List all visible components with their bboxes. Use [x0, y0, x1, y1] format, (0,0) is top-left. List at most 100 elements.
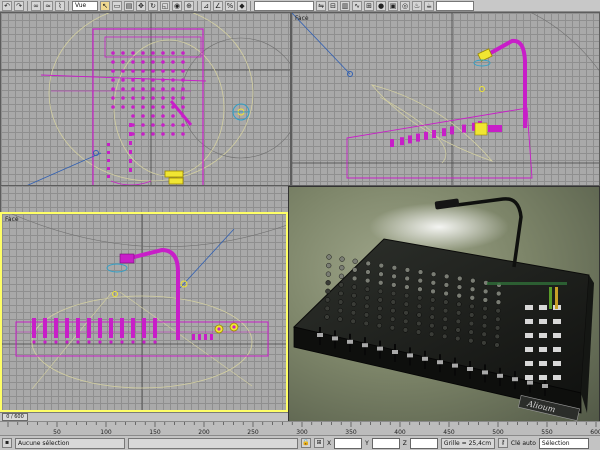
button-mark: [107, 143, 110, 146]
maxscript-icon[interactable]: ▪: [2, 438, 12, 448]
master-button: [539, 319, 547, 324]
fader-cap: [332, 336, 338, 341]
link-icon[interactable]: ∞: [31, 0, 41, 11]
spinner-snap-icon[interactable]: ◆: [237, 0, 247, 11]
knob-mark: [141, 60, 145, 64]
render-icon[interactable]: ◎: [400, 0, 410, 11]
quick-render-icon[interactable]: ☕: [424, 0, 434, 11]
mixer-knob: [351, 284, 357, 290]
pivot-icon[interactable]: ⊕: [184, 0, 194, 11]
unlink-icon[interactable]: ≈: [43, 0, 53, 11]
time-slider-knob[interactable]: 0 / 600: [2, 413, 28, 421]
mixer-knob: [364, 295, 370, 301]
master-button: [539, 347, 547, 352]
mixer-knob: [404, 275, 410, 282]
named-selection-select[interactable]: [254, 0, 314, 11]
rotate-icon[interactable]: ↻: [148, 0, 158, 11]
bind-icon[interactable]: ⌇: [55, 0, 65, 11]
mixer-knob: [338, 273, 345, 279]
knob-mark: [181, 87, 185, 91]
main-toolbar: ↶ ↷ ∞ ≈ ⌇ Vue ↖ ▭ ▤ ✥ ↻ ◱ ◉ ⊕ ⊿ ∠ % ◆ ⇋ …: [0, 0, 600, 12]
front-knob-mark: [442, 128, 446, 137]
viewport-label[interactable]: Face: [5, 216, 19, 223]
filter-icon[interactable]: ▤: [124, 0, 134, 11]
layer-icon[interactable]: ▥: [340, 0, 350, 11]
mixer-knob: [365, 278, 371, 284]
key-filter-select[interactable]: Sélection: [538, 437, 589, 449]
front-knob-mark: [424, 131, 428, 140]
teapot-icon[interactable]: ♨: [412, 0, 422, 11]
mixer-knob: [378, 263, 384, 269]
absolute-mode-icon[interactable]: ⊞: [314, 438, 324, 448]
render-setup-icon[interactable]: ▣: [388, 0, 398, 11]
undo-icon[interactable]: ↶: [2, 0, 12, 11]
knob-mark: [181, 123, 185, 127]
fader-mark: [129, 159, 132, 163]
y-coord-field[interactable]: [371, 437, 400, 449]
viewport-front[interactable]: Face: [291, 12, 600, 186]
selection-filter-select[interactable]: Vue: [72, 0, 98, 11]
mixer-knob: [495, 299, 502, 305]
left-channel-mark: [43, 318, 47, 338]
mixer-knob: [417, 269, 424, 275]
select-icon[interactable]: ↖: [100, 0, 110, 11]
fader-cap: [407, 353, 413, 358]
redo-icon[interactable]: ↷: [14, 0, 24, 11]
fader-cap: [347, 339, 353, 344]
coord-icon[interactable]: ◉: [172, 0, 182, 11]
schematic-icon[interactable]: ⊞: [364, 0, 374, 11]
select-region-icon[interactable]: ▭: [112, 0, 122, 11]
mixer-knob: [469, 312, 475, 318]
z-coord-field[interactable]: [409, 437, 438, 449]
knob-mark: [181, 132, 185, 136]
knob-mark: [181, 78, 185, 82]
left-knob-mark: [87, 340, 91, 344]
master-button: [525, 333, 533, 338]
percent-snap-icon[interactable]: %: [225, 0, 235, 11]
viewport-perspective-render[interactable]: Alioum: [288, 186, 600, 426]
selection-status: Aucune sélection: [15, 437, 125, 449]
fader-cap: [452, 363, 458, 368]
x-coord-field[interactable]: [334, 437, 363, 449]
knob-mark: [181, 51, 185, 55]
scale-icon[interactable]: ◱: [160, 0, 170, 11]
mixer-knob: [325, 271, 332, 277]
knob-mark: [171, 132, 175, 136]
auto-key-label[interactable]: Clé auto: [511, 440, 536, 447]
timeline-ruler[interactable]: 50 100 150 200 250 300 350 400 450 500 550 600: [0, 421, 600, 436]
knob-mark: [161, 51, 165, 55]
snap-icon[interactable]: ⊿: [201, 0, 211, 11]
mixer-knob: [482, 305, 488, 312]
knob-mark: [131, 87, 135, 91]
front-knob-mark: [462, 124, 466, 133]
viewport-left[interactable]: Face: [0, 212, 288, 412]
knob-mark: [111, 96, 115, 100]
move-icon[interactable]: ✥: [136, 0, 146, 11]
curve-icon[interactable]: ∿: [352, 0, 362, 11]
viewport-label[interactable]: Face: [295, 15, 309, 22]
time-slider[interactable]: 0 / 600: [0, 412, 288, 421]
align-icon[interactable]: ⊟: [328, 0, 338, 11]
knob-mark: [151, 60, 155, 64]
timeline-ticks: 50 100 150 200 250 300 350 400 450 500 550 600: [7, 422, 600, 436]
knob-mark: [171, 69, 175, 73]
mirror-icon[interactable]: ⇋: [316, 0, 326, 11]
mixer-knob: [378, 271, 384, 277]
mixer-knob: [456, 293, 462, 299]
knob-mark: [131, 96, 135, 100]
lock-icon[interactable]: 🔒: [301, 438, 311, 448]
mixer-knob: [469, 303, 475, 310]
key-icon[interactable]: ⚷: [497, 438, 508, 448]
mixer-knob: [469, 295, 475, 301]
z-label: Z: [402, 439, 407, 447]
render-type-select[interactable]: [436, 0, 474, 11]
material-icon[interactable]: ●: [376, 0, 386, 11]
viewport-top[interactable]: [0, 12, 291, 186]
left-knob-mark: [131, 340, 135, 344]
fader-cap: [437, 360, 443, 365]
front-knob-mark: [390, 139, 394, 147]
angle-snap-icon[interactable]: ∠: [213, 0, 223, 11]
mixer-knob: [324, 297, 331, 303]
knob-mark: [141, 105, 145, 109]
mixer-knob: [324, 305, 330, 312]
